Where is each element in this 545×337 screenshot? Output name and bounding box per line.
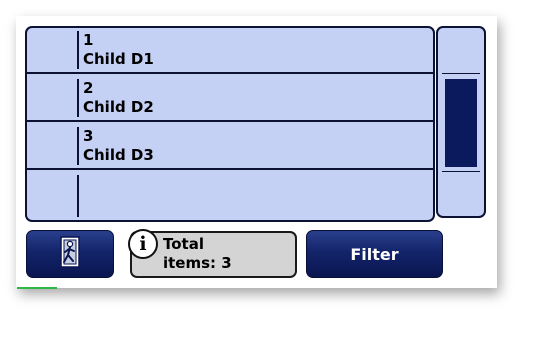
list-item-number: 2 [83,79,94,97]
exit-button[interactable] [26,230,114,278]
list-item[interactable]: 3 Child D3 [27,124,433,170]
list-item-text: 2 Child D2 [83,79,154,117]
row-divider [77,127,79,165]
info-icon-glyph: i [139,233,147,255]
list-item-number: 3 [83,127,94,145]
filter-button[interactable]: Filter [306,230,443,278]
list-item-label: Child D3 [83,146,154,164]
status-indicator [17,287,57,289]
list-item-empty[interactable] [27,172,433,220]
list-item-label: Child D1 [83,50,154,68]
scrollbar-thumb[interactable] [445,79,477,167]
row-divider [77,79,79,117]
list-item-text: 3 Child D3 [83,127,154,165]
scrollbar[interactable] [436,26,486,218]
exit-door-icon [55,235,85,273]
row-divider [77,175,79,217]
list-item-number: 1 [83,31,94,49]
list-item[interactable]: 1 Child D1 [27,28,433,74]
item-count-line2: items: 3 [163,254,232,272]
row-divider [77,31,79,69]
item-count-text: Total items: 3 [163,235,232,273]
filter-button-label: Filter [350,244,399,264]
item-count-line1: Total [163,235,204,253]
info-icon: i [128,229,158,259]
list-item-label: Child D2 [83,98,154,116]
item-list: 1 Child D1 2 Child D2 3 Child D3 [25,26,435,222]
list-item-text: 1 Child D1 [83,31,154,69]
list-item[interactable]: 2 Child D2 [27,76,433,122]
